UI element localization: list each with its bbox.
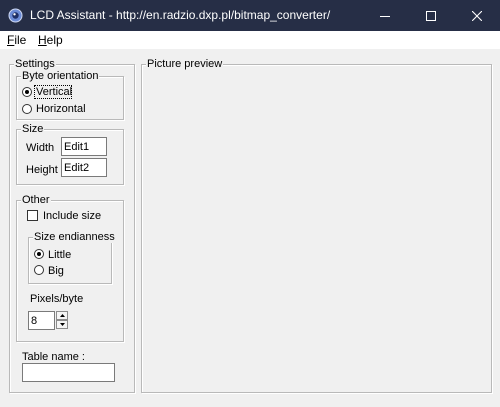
maximize-icon bbox=[426, 10, 436, 21]
menu-help-label: elp bbox=[46, 33, 63, 47]
menu-file[interactable]: File bbox=[7, 33, 26, 47]
spin-up-icon bbox=[59, 314, 65, 317]
settings-label: Settings bbox=[14, 58, 56, 70]
endianness-label: Size endianness bbox=[33, 231, 116, 243]
little-radio[interactable] bbox=[34, 249, 44, 259]
vertical-radio[interactable] bbox=[22, 87, 32, 97]
menu-help-accel: H bbox=[38, 33, 47, 47]
app-icon bbox=[8, 8, 23, 23]
spin-down-button[interactable] bbox=[56, 320, 68, 329]
title-bar[interactable]: LCD Assistant - http://en.radzio.dxp.pl/… bbox=[0, 0, 500, 31]
minimize-button[interactable] bbox=[362, 0, 408, 31]
menu-help[interactable]: Help bbox=[38, 33, 63, 47]
menu-file-label: ile bbox=[14, 33, 27, 47]
width-field[interactable] bbox=[61, 137, 107, 156]
little-label[interactable]: Little bbox=[48, 249, 71, 261]
width-label: Width bbox=[26, 142, 55, 154]
close-icon bbox=[472, 10, 482, 21]
include-size-label[interactable]: Include size bbox=[43, 210, 101, 222]
other-label: Other bbox=[21, 194, 51, 206]
horizontal-radio[interactable] bbox=[22, 104, 32, 114]
pixels-per-byte-field[interactable] bbox=[28, 311, 55, 330]
spin-down-icon bbox=[59, 323, 65, 326]
height-label: Height bbox=[26, 164, 58, 176]
big-radio[interactable] bbox=[34, 265, 44, 275]
include-size-checkbox[interactable] bbox=[27, 210, 38, 221]
vertical-label[interactable]: Vertical bbox=[36, 86, 72, 98]
byte-orientation-label: Byte orientation bbox=[21, 70, 100, 82]
table-name-label: Table name : bbox=[22, 351, 85, 363]
minimize-icon bbox=[380, 15, 390, 17]
maximize-button[interactable] bbox=[408, 0, 454, 31]
big-label[interactable]: Big bbox=[48, 265, 64, 277]
horizontal-label[interactable]: Horizontal bbox=[36, 103, 86, 115]
spin-up-button[interactable] bbox=[56, 311, 68, 320]
height-field[interactable] bbox=[61, 158, 107, 177]
close-button[interactable] bbox=[454, 0, 500, 31]
picture-preview-label: Picture preview bbox=[146, 58, 224, 70]
size-label: Size bbox=[21, 123, 45, 135]
window-title: LCD Assistant - http://en.radzio.dxp.pl/… bbox=[30, 8, 331, 22]
picture-preview-group bbox=[141, 64, 492, 393]
menu-bar: File Help bbox=[0, 31, 500, 49]
pixels-per-byte-label: Pixels/byte bbox=[30, 293, 84, 305]
table-name-field[interactable] bbox=[22, 363, 115, 382]
